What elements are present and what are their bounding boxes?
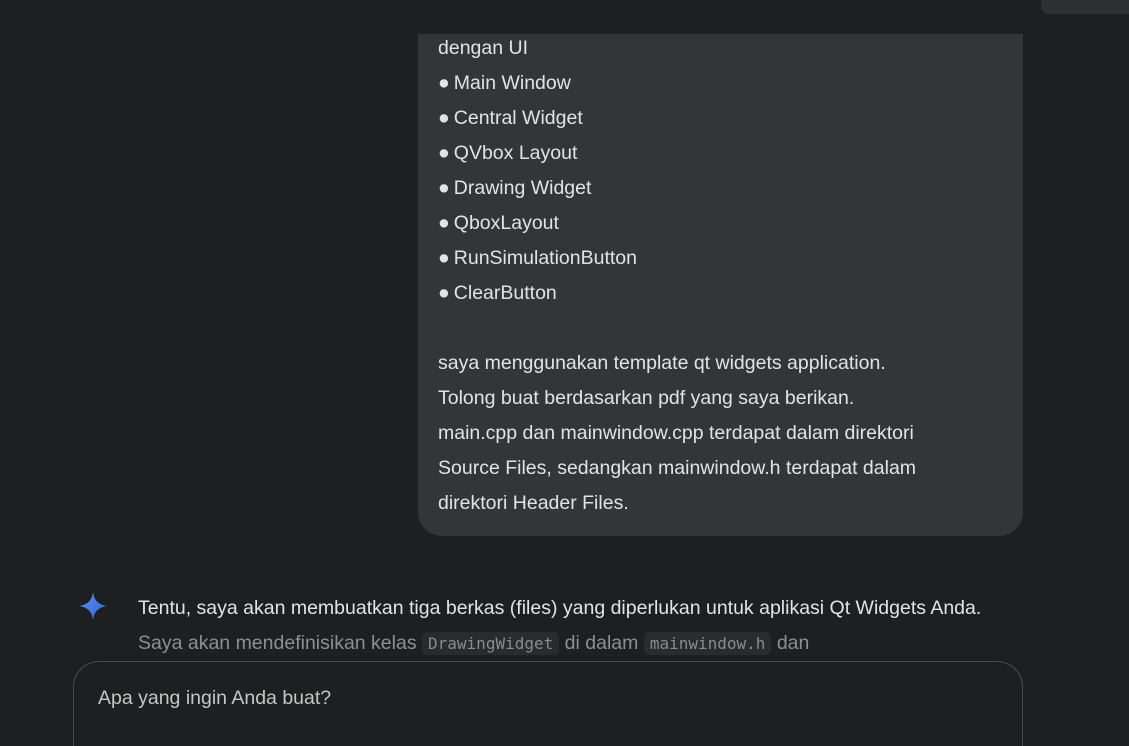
user-paragraph-line: Source Files, sedangkan mainwindow.h ter… (438, 457, 917, 479)
bullet-icon: ● (438, 142, 450, 164)
user-paragraph-line: direktori Header Files. (438, 492, 629, 514)
list-item-label: QVbox Layout (453, 142, 578, 164)
bullet-icon: ● (438, 247, 450, 269)
prompt-input[interactable] (98, 682, 978, 714)
list-item-label: Drawing Widget (453, 177, 592, 199)
user-paragraph-line: saya menggunakan template qt widgets app… (438, 352, 886, 374)
model-response-line-faded: Saya akan mendefinisikan kelas DrawingWi… (138, 630, 809, 657)
response-text: di dalam (564, 632, 639, 654)
list-item-label: RunSimulationButton (453, 247, 637, 269)
list-item-label: Main Window (453, 72, 571, 94)
user-message-bubble: dengan UI ● Main Window ● Central Widget ●… (418, 34, 1023, 536)
list-item: ● ClearButton (438, 281, 557, 305)
user-message-intro: dengan UI (438, 37, 528, 59)
gemini-sparkle-icon (79, 592, 107, 620)
list-item: ● RunSimulationButton (438, 246, 637, 270)
top-right-chip[interactable] (1041, 0, 1129, 14)
prompt-input-container[interactable] (73, 661, 1023, 746)
bullet-icon: ● (438, 107, 450, 129)
list-item: ● Main Window (438, 71, 571, 95)
list-item: ● QboxLayout (438, 211, 559, 235)
list-item-label: QboxLayout (453, 212, 559, 234)
list-item: ● Drawing Widget (438, 176, 591, 200)
list-item: ● Central Widget (438, 106, 583, 130)
inline-code: mainwindow.h (643, 632, 772, 655)
list-item-label: Central Widget (453, 107, 583, 129)
model-response: Tentu, saya akan membuatkan tiga berkas … (138, 595, 1038, 655)
chat-viewport: dengan UI ● Main Window ● Central Widget ●… (0, 0, 1129, 746)
response-text: dan (776, 632, 810, 654)
list-item-label: ClearButton (453, 282, 557, 304)
bullet-icon: ● (438, 212, 450, 234)
inline-code: DrawingWidget (422, 632, 560, 655)
response-text: Saya akan mendefinisikan kelas (138, 632, 417, 654)
user-paragraph-line: main.cpp dan mainwindow.cpp terdapat dal… (438, 422, 914, 444)
user-paragraph-line: Tolong buat berdasarkan pdf yang saya be… (438, 387, 855, 409)
bullet-icon: ● (438, 72, 450, 94)
list-item: ● QVbox Layout (438, 141, 577, 165)
bullet-icon: ● (438, 282, 450, 304)
model-response-line: Tentu, saya akan membuatkan tiga berkas … (138, 597, 982, 619)
bullet-icon: ● (438, 177, 450, 199)
